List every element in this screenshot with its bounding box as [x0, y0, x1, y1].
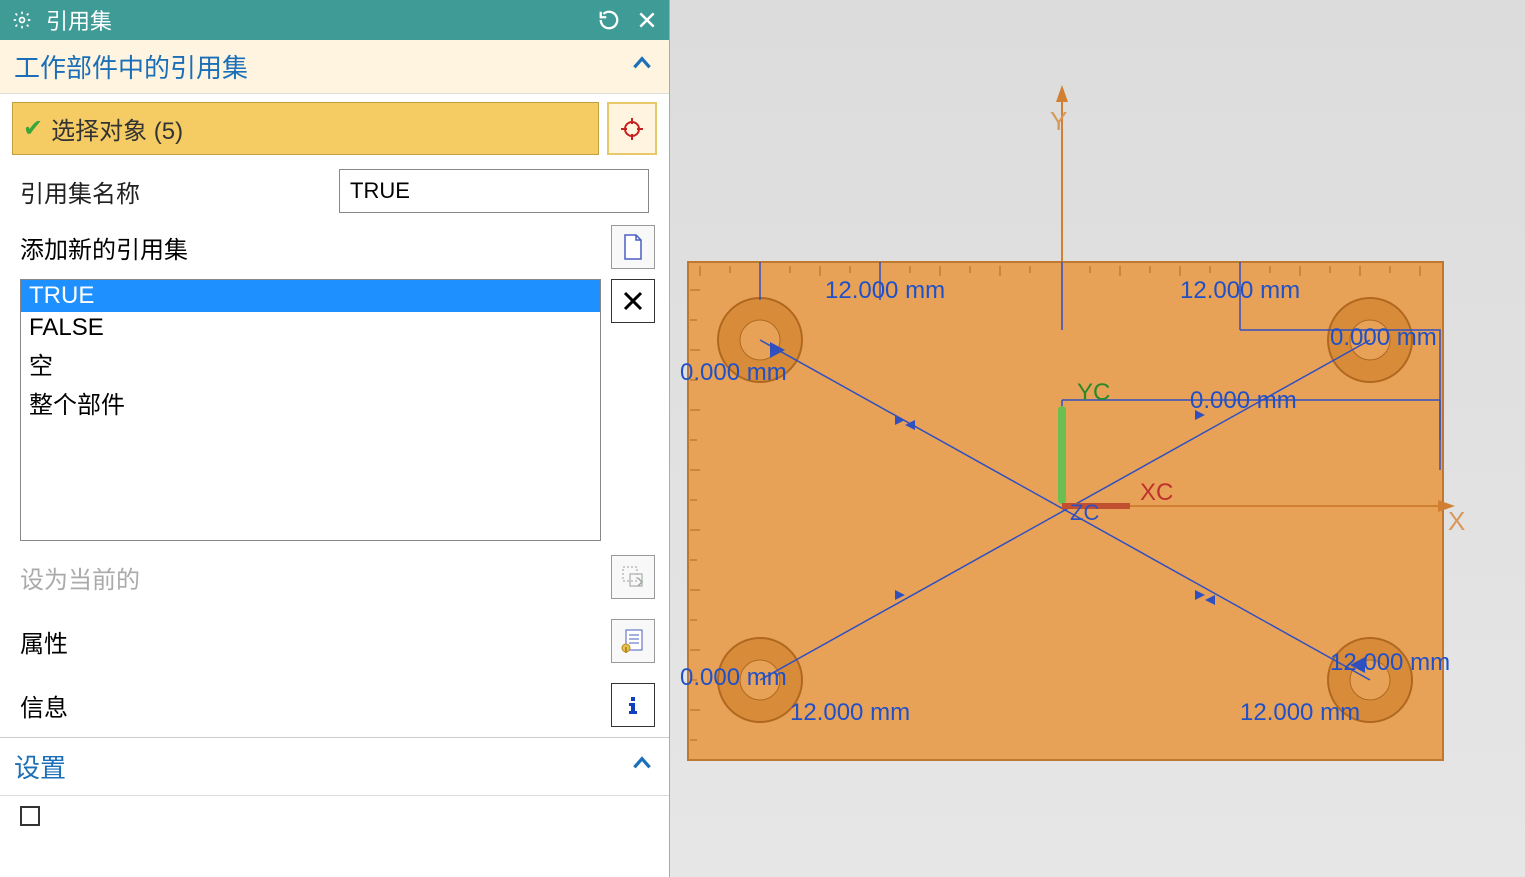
- gear-icon[interactable]: [8, 6, 36, 34]
- select-objects-label: 选择对象 (5): [51, 111, 183, 146]
- axis-xc-label: XC: [1140, 479, 1173, 506]
- dim-text[interactable]: 12.000 mm: [790, 699, 910, 726]
- info-row: 信息: [0, 673, 669, 737]
- dim-text[interactable]: 0.000 mm: [1190, 387, 1297, 414]
- axis-x-label: X: [1448, 506, 1465, 536]
- refset-name-input[interactable]: [339, 169, 649, 213]
- properties-row: 属性: [0, 609, 669, 673]
- properties-icon: [620, 628, 646, 654]
- new-document-icon: [621, 233, 645, 261]
- target-selector-button[interactable]: [607, 102, 657, 155]
- axis-y-label: Y: [1050, 106, 1067, 136]
- settings-title: 设置: [14, 748, 66, 785]
- crosshair-icon: [620, 117, 644, 141]
- properties-button[interactable]: [611, 619, 655, 663]
- section-header-refsets[interactable]: 工作部件中的引用集: [0, 40, 669, 94]
- select-objects-row: ✔ 选择对象 (5): [0, 94, 669, 163]
- reset-icon[interactable]: [595, 6, 623, 34]
- dim-text[interactable]: 0.000 mm: [680, 664, 787, 691]
- axis-yc-label: YC: [1077, 379, 1110, 406]
- settings-body: [0, 796, 669, 834]
- dim-text[interactable]: 12.000 mm: [825, 277, 945, 304]
- titlebar-title: 引用集: [46, 4, 112, 36]
- set-current-button[interactable]: [611, 555, 655, 599]
- axis-zc-label: ZC: [1070, 500, 1099, 525]
- refset-name-row: 引用集名称: [0, 163, 669, 219]
- set-current-icon: [620, 564, 646, 590]
- list-item[interactable]: TRUE: [21, 280, 600, 312]
- properties-label: 属性: [20, 624, 611, 659]
- close-icon[interactable]: [633, 6, 661, 34]
- titlebar: 引用集: [0, 0, 669, 40]
- dim-text[interactable]: 12.000 mm: [1180, 277, 1300, 304]
- set-current-row: 设为当前的: [0, 545, 669, 609]
- add-refset-row: 添加新的引用集: [0, 219, 669, 275]
- dim-text[interactable]: 12.000 mm: [1240, 699, 1360, 726]
- dim-text[interactable]: 0.000 mm: [1330, 324, 1437, 351]
- checkbox[interactable]: [20, 806, 40, 826]
- dialog-panel: 引用集 工作部件中的引用集 ✔ 选择对象 (5): [0, 0, 670, 877]
- chevron-up-icon[interactable]: [629, 750, 655, 783]
- graphics-viewport[interactable]: Y: [670, 0, 1525, 877]
- chevron-up-icon[interactable]: [629, 50, 655, 83]
- select-objects-button[interactable]: ✔ 选择对象 (5): [12, 102, 599, 155]
- section-header-settings[interactable]: 设置: [0, 737, 669, 796]
- add-refset-label: 添加新的引用集: [20, 230, 611, 265]
- refset-list-row: TRUE FALSE 空 整个部件: [0, 275, 669, 545]
- set-current-label: 设为当前的: [20, 560, 611, 595]
- section-title: 工作部件中的引用集: [14, 48, 248, 85]
- new-refset-button[interactable]: [611, 225, 655, 269]
- info-button[interactable]: [611, 683, 655, 727]
- refset-name-label: 引用集名称: [20, 174, 329, 209]
- info-label: 信息: [20, 688, 611, 723]
- x-icon: [621, 289, 645, 313]
- delete-refset-button[interactable]: [611, 279, 655, 323]
- info-icon: [622, 694, 644, 716]
- dim-text[interactable]: 0.000 mm: [680, 359, 787, 386]
- check-icon: ✔: [23, 114, 43, 143]
- list-item[interactable]: 整个部件: [21, 383, 600, 422]
- refset-listbox[interactable]: TRUE FALSE 空 整个部件: [20, 279, 601, 541]
- list-item[interactable]: FALSE: [21, 312, 600, 344]
- dim-text[interactable]: 12.000 mm: [1330, 649, 1450, 676]
- list-item[interactable]: 空: [21, 344, 600, 383]
